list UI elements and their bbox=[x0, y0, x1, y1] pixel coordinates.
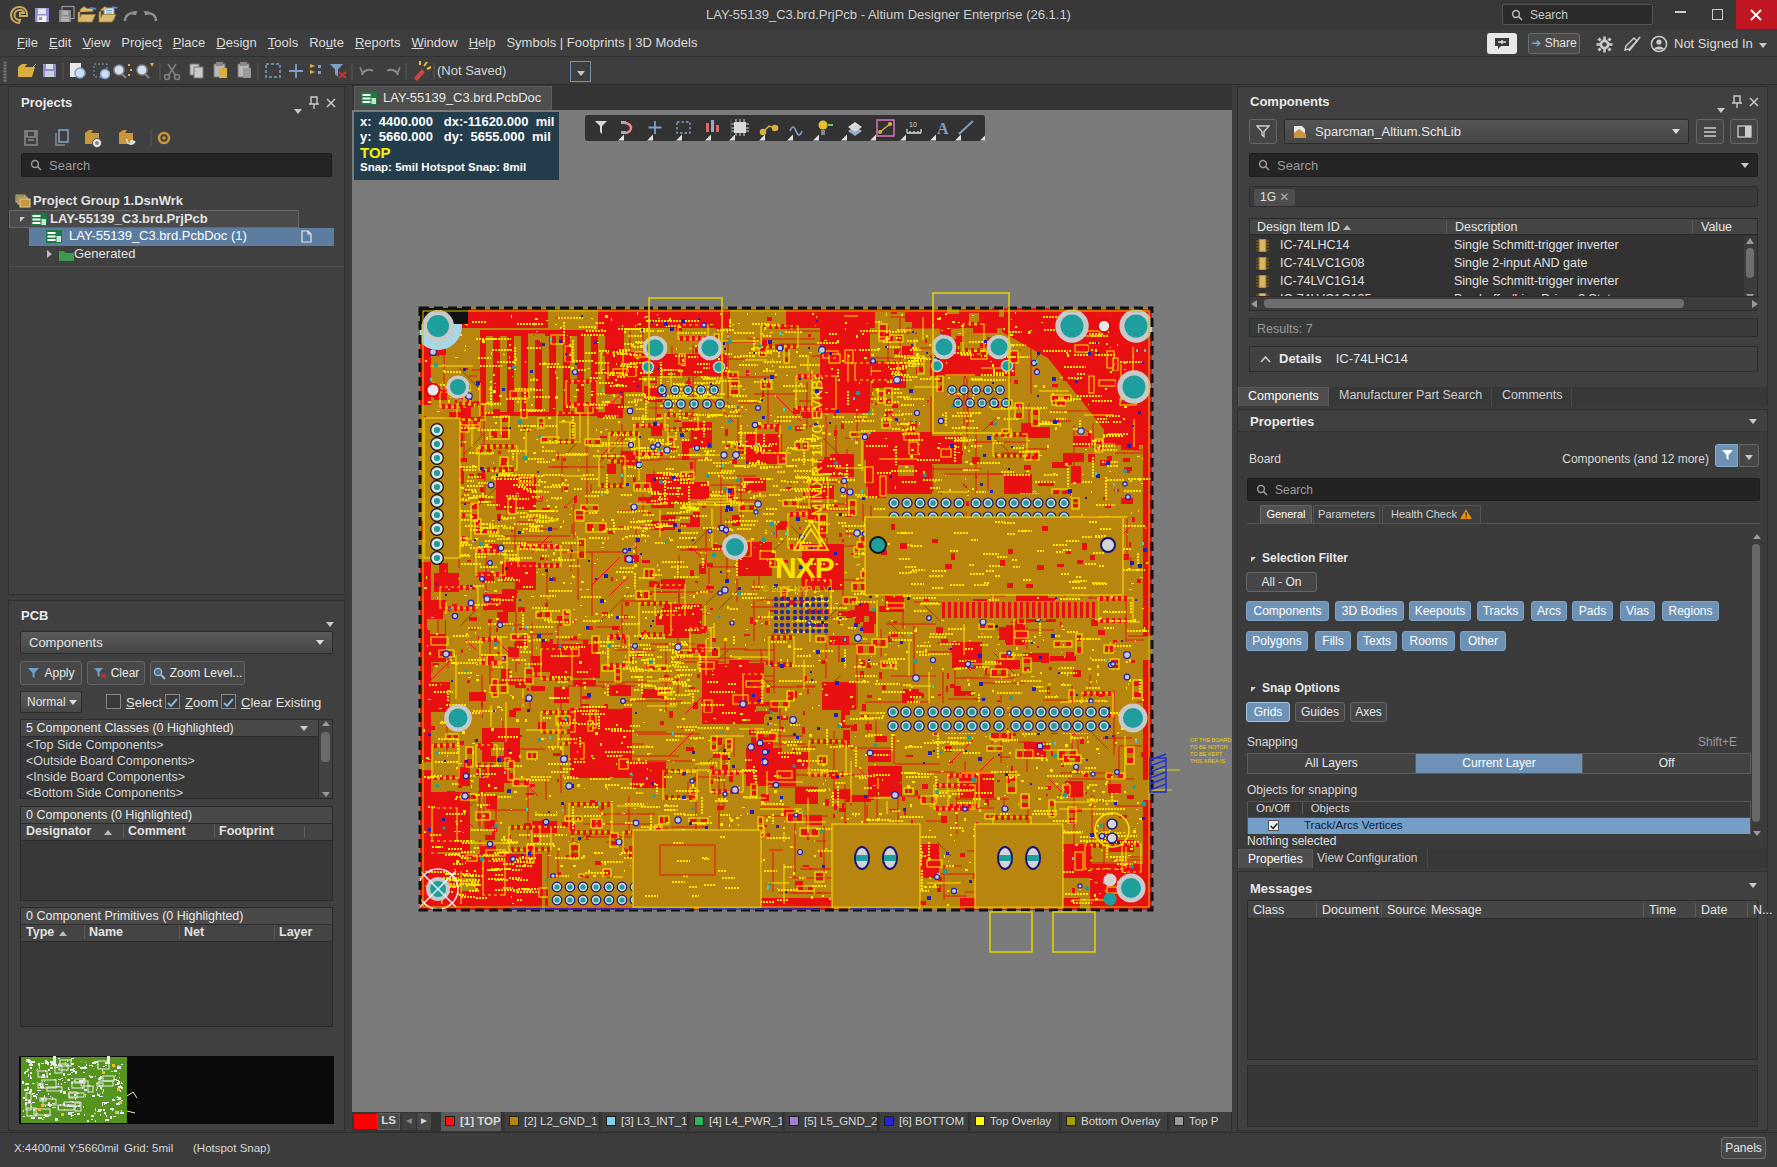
svg-text:OF THE BOARD: OF THE BOARD bbox=[1190, 737, 1231, 743]
svg-text:MIMXRT1170-EVKB: MIMXRT1170-EVKB bbox=[808, 380, 825, 516]
svg-text:THIS AREA IS: THIS AREA IS bbox=[1190, 758, 1225, 764]
svg-text:TO BE KEPT: TO BE KEPT bbox=[1190, 751, 1223, 757]
svg-text:A: A bbox=[937, 120, 949, 137]
svg-text:NXP: NXP bbox=[775, 551, 834, 584]
svg-text:10: 10 bbox=[909, 121, 917, 128]
svg-text:TO BE NOTCH: TO BE NOTCH bbox=[1190, 744, 1228, 750]
svg-text:© 2025 NXP B.V.: © 2025 NXP B.V. bbox=[762, 584, 831, 594]
